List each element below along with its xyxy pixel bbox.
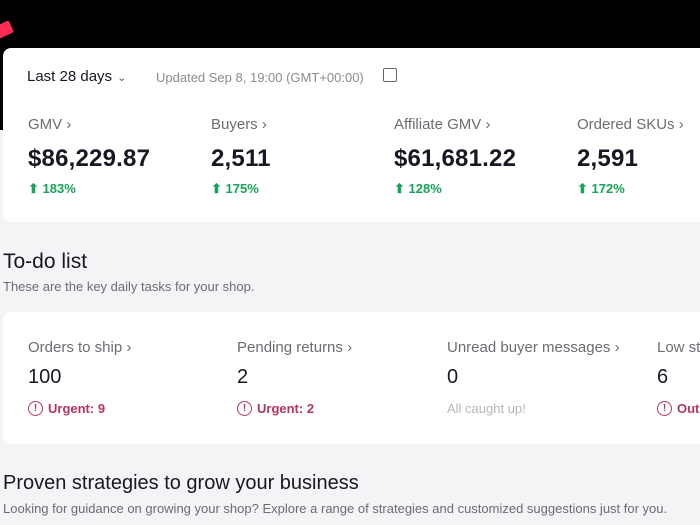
task-status: Urgent: 9	[48, 401, 106, 416]
task-value: 0	[447, 366, 459, 388]
chevron-down-icon: ⌄	[117, 72, 127, 84]
task-label: Pending returns	[237, 339, 343, 356]
edit-icon[interactable]	[383, 68, 397, 82]
task-value: 2	[237, 366, 249, 388]
alert-icon: !	[28, 401, 43, 416]
metric-change: 183%	[42, 181, 76, 196]
date-range-dropdown[interactable]: Last 28 days ⌄	[27, 68, 126, 85]
metric-label: Affiliate GMV	[394, 116, 482, 133]
metric-affiliate-gmv[interactable]: Affiliate GMV › $61,681.22 ⬆ 128%	[394, 116, 516, 197]
task-label: Orders to ship	[28, 339, 123, 356]
metric-buyers[interactable]: Buyers › 2,511 ⬆ 175%	[211, 116, 271, 197]
metric-label: Buyers	[211, 116, 258, 133]
strategies-subtitle: Looking for guidance on growing your sho…	[3, 501, 668, 516]
task-unread-messages[interactable]: Unread buyer messages › 0 All caught up!	[447, 339, 620, 416]
metric-value: 2,591	[577, 145, 639, 172]
task-low-stock[interactable]: Low st 6! Out	[657, 339, 700, 416]
metric-label: GMV	[28, 116, 63, 133]
alert-icon: !	[657, 401, 672, 416]
strategies-title: Proven strategies to grow your business	[3, 472, 359, 494]
alert-icon: !	[237, 401, 252, 416]
task-value: 100	[28, 366, 62, 388]
updated-time: Updated Sep 8, 19:00 (GMT+00:00)	[156, 70, 364, 85]
task-label: Low st	[657, 339, 700, 356]
task-label: Unread buyer messages	[447, 339, 611, 356]
task-status: All caught up!	[447, 401, 526, 416]
metric-change: 172%	[591, 181, 625, 196]
metric-value: $61,681.22	[394, 145, 517, 172]
metric-label: Ordered SKUs	[577, 116, 675, 133]
task-status: Urgent: 2	[257, 401, 315, 416]
metric-change: 128%	[408, 181, 442, 196]
task-orders-to-ship[interactable]: Orders to ship › 100! Urgent: 9	[28, 339, 131, 416]
date-range-label: Last 28 days	[27, 68, 113, 85]
metric-value: 2,511	[211, 145, 271, 172]
task-pending-returns[interactable]: Pending returns › 2! Urgent: 2	[237, 339, 352, 416]
task-value: 6	[657, 366, 669, 388]
todo-subtitle: These are the key daily tasks for your s…	[3, 279, 255, 294]
metric-value: $86,229.87	[28, 145, 151, 172]
task-status: Out	[677, 401, 700, 416]
metric-change: 175%	[225, 181, 259, 196]
metric-gmv[interactable]: GMV › $86,229.87 ⬆ 183%	[28, 116, 150, 197]
metric-ordered-skus[interactable]: Ordered SKUs › 2,591 ⬆ 172%	[577, 116, 684, 197]
todo-title: To-do list	[3, 250, 88, 273]
